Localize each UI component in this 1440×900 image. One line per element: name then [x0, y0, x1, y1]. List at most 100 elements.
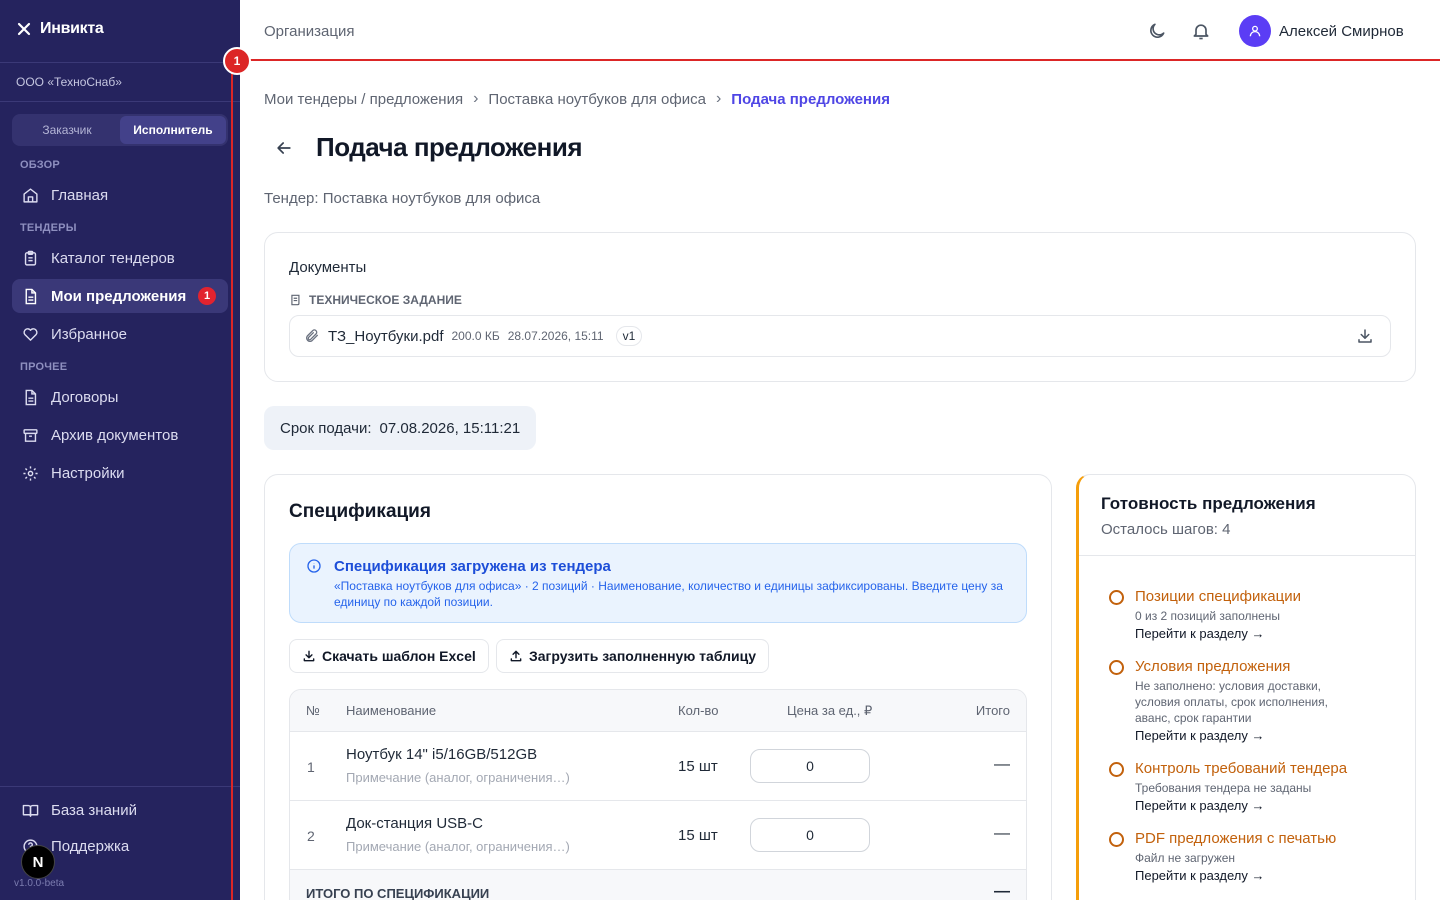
readiness-steps-left: Осталось шагов: 4: [1101, 521, 1231, 538]
upload-table-button[interactable]: Загрузить заполненную таблицу: [496, 639, 770, 673]
step-title[interactable]: Условия предложения: [1135, 658, 1290, 675]
arrow-left-icon[interactable]: [274, 138, 294, 158]
clipboard-icon: [24, 250, 37, 266]
step-link[interactable]: Перейти к разделу →: [1135, 798, 1265, 813]
sidebar-item-knowledge[interactable]: База знаний: [12, 793, 228, 827]
step-title[interactable]: Контроль требований тендера: [1135, 760, 1347, 777]
row-quantity: 15 шт: [678, 827, 718, 844]
user-icon: [1249, 25, 1261, 37]
column-total: Итого: [975, 703, 1010, 718]
sidebar: Инвикта ООО «ТехноСнаб» Заказчик Исполни…: [0, 0, 240, 900]
breadcrumb-current: Подача предложения: [731, 90, 890, 108]
tech-spec-label: ТЕХНИЧЕСКОЕ ЗАДАНИЕ: [289, 293, 462, 307]
role-executor-tab[interactable]: Исполнитель: [120, 116, 226, 144]
sidebar-item-label: Настройки: [51, 464, 125, 482]
row-note-input[interactable]: Примечание (аналог, ограничения…): [346, 770, 570, 785]
file-name[interactable]: ТЗ_Ноутбуки.pdf: [328, 328, 444, 345]
home-icon: [23, 187, 38, 203]
breadcrumb: Мои тендеры / предложения › Поставка ноу…: [264, 90, 890, 108]
top-bar: Организация Алексей Смирнов: [240, 0, 1440, 62]
tech-spec-text: ТЕХНИЧЕСКОЕ ЗАДАНИЕ: [309, 293, 462, 307]
paperclip-icon: [306, 329, 318, 342]
document-icon: [25, 389, 37, 405]
table-row: 1 Ноутбук 14" i5/16GB/512GB Примечание (…: [290, 732, 1026, 801]
row-number: 1: [307, 759, 315, 775]
status-circle-icon: [1109, 590, 1124, 605]
column-unit-price: Цена за ед., ₽: [787, 703, 873, 718]
step-link[interactable]: Перейти к разделу →: [1135, 626, 1265, 641]
sidebar-item-favorites[interactable]: Избранное: [12, 317, 228, 351]
sidebar-item-label: Мои предложения: [51, 287, 187, 305]
step-link[interactable]: Перейти к разделу →: [1135, 728, 1265, 743]
sidebar-item-home[interactable]: Главная: [12, 178, 228, 212]
step-link[interactable]: Перейти к разделу →: [1135, 868, 1265, 883]
breadcrumb-my-tenders[interactable]: Мои тендеры / предложения: [264, 91, 463, 108]
column-name: Наименование: [346, 703, 437, 718]
archive-icon: [23, 428, 38, 442]
row-total: —: [994, 756, 1010, 773]
file-size: 200.0 КБ: [451, 329, 500, 343]
info-title: Спецификация загружена из тендера: [334, 558, 611, 575]
info-banner: Спецификация загружена из тендера «Поста…: [289, 543, 1027, 623]
table-header: № Наименование Кол-во Цена за ед., ₽ Ито…: [290, 690, 1026, 732]
readiness-title: Готовность предложения: [1101, 494, 1316, 513]
button-label: Загрузить заполненную таблицу: [529, 648, 757, 664]
sidebar-divider: [0, 786, 240, 787]
specification-table: № Наименование Кол-во Цена за ед., ₽ Ито…: [289, 689, 1027, 900]
role-customer-tab[interactable]: Заказчик: [14, 116, 120, 144]
specification-card: Спецификация Спецификация загружена из т…: [264, 474, 1052, 900]
table-footer: ИТОГО ПО СПЕЦИФИКАЦИИ —: [290, 870, 1026, 900]
main-content: Мои тендеры / предложения › Поставка ноу…: [240, 62, 1440, 900]
download-icon[interactable]: [1356, 327, 1374, 345]
tender-name: Тендер: Поставка ноутбуков для офиса: [264, 190, 541, 207]
status-circle-icon: [1109, 832, 1124, 847]
moon-icon[interactable]: [1147, 21, 1167, 41]
table-row: 2 Док-станция USB-C Примечание (аналог, …: [290, 801, 1026, 870]
sidebar-divider: [0, 101, 240, 102]
sidebar-item-archive[interactable]: Архив документов: [12, 418, 228, 452]
file-version-badge: v1: [615, 326, 643, 346]
info-icon: [307, 559, 321, 573]
documents-title: Документы: [289, 259, 367, 276]
sidebar-item-my-offers[interactable]: Мои предложения 1: [12, 279, 228, 313]
upload-icon: [510, 650, 522, 662]
org-breadcrumb[interactable]: Организация: [264, 23, 354, 40]
download-icon: [303, 650, 315, 662]
document-icon: [25, 288, 37, 304]
breadcrumb-tender[interactable]: Поставка ноутбуков для офиса: [488, 91, 706, 108]
file-row[interactable]: ТЗ_Ноутбуки.pdf 200.0 КБ 28.07.2026, 15:…: [289, 315, 1391, 357]
sidebar-item-settings[interactable]: Настройки: [12, 456, 228, 490]
close-x-icon: [17, 22, 31, 36]
dev-tools-button[interactable]: N: [21, 845, 55, 879]
notification-badge: 1: [198, 287, 216, 305]
status-circle-icon: [1109, 762, 1124, 777]
brand-name: Инвикта: [40, 20, 104, 37]
row-note-input[interactable]: Примечание (аналог, ограничения…): [346, 839, 570, 854]
sidebar-item-contracts[interactable]: Договоры: [12, 380, 228, 414]
avatar[interactable]: [1239, 15, 1271, 47]
annotation-marker: 1: [223, 47, 251, 75]
bell-icon[interactable]: [1191, 21, 1211, 41]
step-title[interactable]: Позиции спецификации: [1135, 588, 1301, 605]
download-template-button[interactable]: Скачать шаблон Excel: [289, 639, 489, 673]
sidebar-item-label: Поддержка: [51, 837, 130, 855]
row-quantity: 15 шт: [678, 758, 718, 775]
role-switch: Заказчик Исполнитель: [12, 114, 228, 146]
sidebar-item-label: База знаний: [51, 801, 137, 819]
sidebar-item-label: Главная: [51, 186, 109, 204]
sidebar-item-label: Договоры: [51, 388, 119, 406]
book-icon: [22, 804, 39, 817]
sidebar-item-label: Архив документов: [51, 426, 179, 444]
readiness-header: Готовность предложения Осталось шагов: 4: [1079, 475, 1415, 556]
gear-icon: [23, 465, 38, 481]
file-date: 28.07.2026, 15:11: [507, 329, 604, 343]
brand-logo[interactable]: Инвикта: [16, 20, 104, 38]
step-description: Требования тендера не заданы: [1135, 781, 1312, 795]
unit-price-input[interactable]: 0: [750, 818, 870, 852]
user-name[interactable]: Алексей Смирнов: [1279, 23, 1404, 40]
info-text: «Поставка ноутбуков для офиса» · 2 позиц…: [334, 579, 1003, 609]
step-title[interactable]: PDF предложения с печатью: [1135, 830, 1336, 847]
sidebar-item-catalog[interactable]: Каталог тендеров: [12, 241, 228, 275]
readiness-card: Готовность предложения Осталось шагов: 4…: [1076, 474, 1416, 900]
unit-price-input[interactable]: 0: [750, 749, 870, 783]
